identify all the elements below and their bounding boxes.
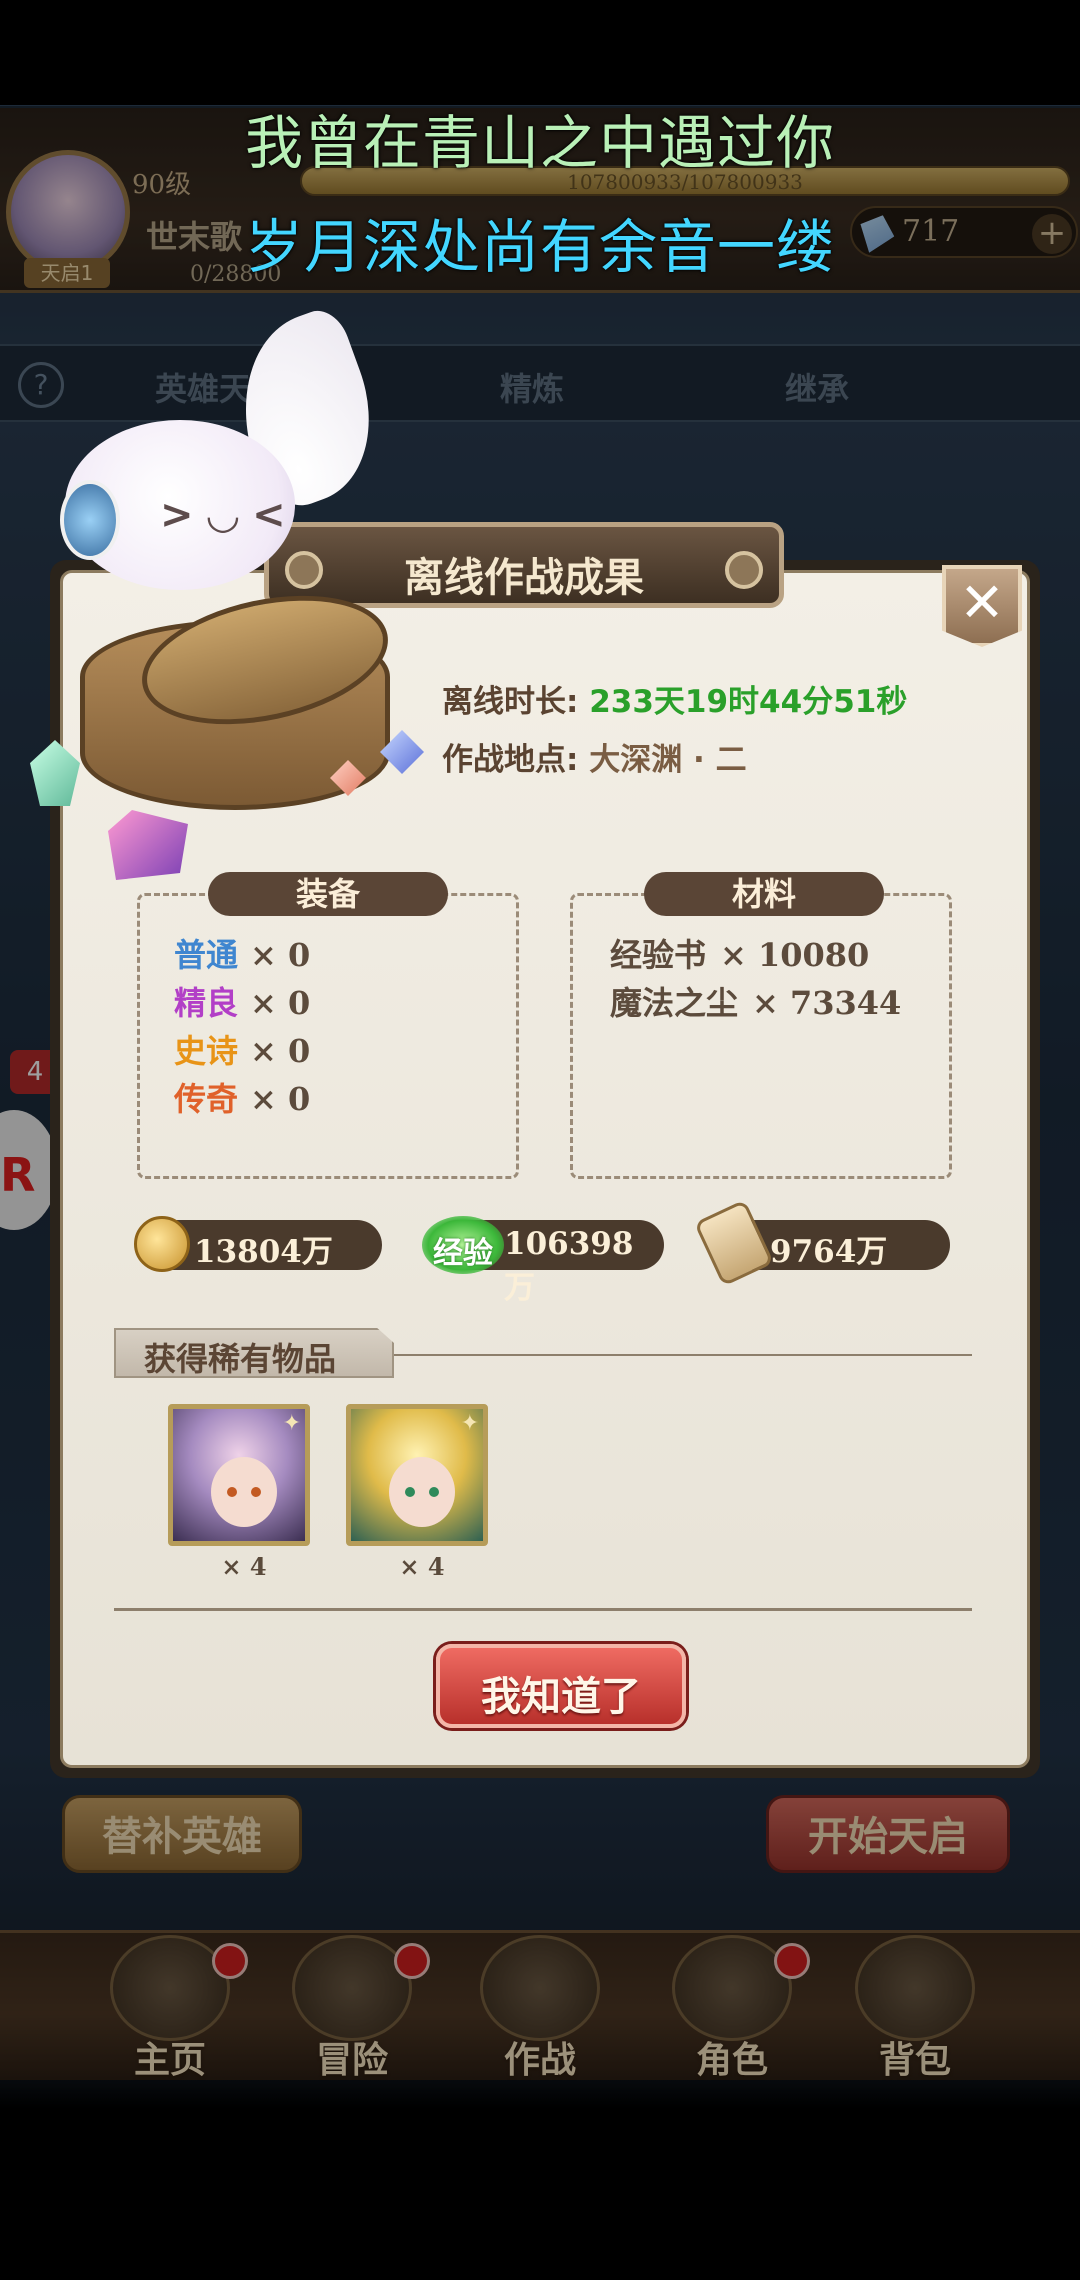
hero-card[interactable]: ✦ — [346, 1404, 488, 1546]
close-button[interactable]: ✕ — [942, 565, 1022, 647]
battle-location-label: 作战地点: — [442, 742, 579, 778]
material-row: 经验书 × 10080 — [610, 930, 869, 976]
rare-items-title: 获得稀有物品 — [144, 1340, 337, 1378]
hero-card[interactable]: ✦ — [168, 1404, 310, 1546]
hero-eye — [251, 1487, 261, 1497]
equipment-qty: × 0 — [250, 1080, 311, 1118]
scroll-reward: 9764万 — [693, 1199, 950, 1287]
lyric-caption-line-2: 岁月深处尚有余音一缕 — [244, 213, 835, 281]
dialog-title: 离线作战成果 — [404, 555, 644, 601]
gold-reward: 13804万 — [134, 1216, 382, 1272]
material-label: 魔法之尘 — [610, 984, 739, 1022]
lyric-caption-line-1: 我曾在青山之中遇过你 — [244, 109, 835, 177]
close-icon: ✕ — [959, 571, 1005, 634]
offline-duration-value: 233天19时44分51秒 — [589, 684, 908, 720]
hero-portrait — [211, 1457, 277, 1527]
battle-location: 作战地点: 大深渊 · 二 — [442, 734, 747, 779]
star-icon: ✦ — [460, 1411, 479, 1436]
hero-card-count: × 4 — [221, 1552, 267, 1581]
hero-eye — [405, 1487, 415, 1497]
game-screen: 90级 107800933/107800933 世末歌 天启1 0/28800 … — [0, 0, 1080, 2280]
equipment-label: 精良 — [174, 984, 239, 1022]
exp-icon-label: 经验 — [433, 1236, 493, 1271]
exp-amount: 106398万 — [504, 1226, 634, 1306]
dialog-divider — [114, 1608, 972, 1611]
material-qty: × 10080 — [720, 936, 870, 974]
scroll-amount: 9764万 — [770, 1234, 888, 1270]
rare-items-divider — [394, 1354, 972, 1356]
dialog-title-plate: 离线作战成果 — [264, 522, 784, 608]
equipment-header: 装备 — [208, 872, 448, 916]
mascot-ear — [60, 480, 120, 560]
offline-duration-label: 离线时长: — [442, 684, 579, 720]
hero-eye — [227, 1487, 237, 1497]
hero-portrait — [389, 1457, 455, 1527]
mascot-face: > ◡ < — [160, 492, 286, 538]
equipment-label: 普通 — [174, 936, 239, 974]
hero-eye — [429, 1487, 439, 1497]
equipment-row: 普通 × 0 — [174, 930, 310, 976]
equipment-qty: × 0 — [250, 1032, 311, 1070]
equipment-label: 传奇 — [174, 1080, 239, 1118]
material-label: 经验书 — [610, 936, 707, 974]
materials-header: 材料 — [644, 872, 884, 916]
equipment-label: 史诗 — [174, 1032, 239, 1070]
equipment-qty: × 0 — [250, 936, 311, 974]
star-icon: ✦ — [282, 1411, 301, 1436]
equipment-qty: × 0 — [250, 984, 311, 1022]
exp-reward: 经验 106398万 — [422, 1216, 664, 1306]
battle-location-value: 大深渊 · 二 — [589, 742, 747, 778]
gold-amount: 13804万 — [194, 1234, 333, 1270]
hero-card-count: × 4 — [399, 1552, 445, 1581]
offline-duration: 离线时长: 233天19时44分51秒 — [442, 676, 907, 721]
equipment-row: 精良 × 0 — [174, 978, 310, 1024]
gold-coin-icon — [134, 1216, 190, 1272]
material-qty: × 73344 — [752, 984, 902, 1022]
equipment-row: 史诗 × 0 — [174, 1026, 310, 1072]
acknowledge-button[interactable]: 我知道了 — [436, 1644, 686, 1728]
equipment-row: 传奇 × 0 — [174, 1074, 310, 1120]
material-row: 魔法之尘 × 73344 — [610, 978, 901, 1024]
acknowledge-label: 我知道了 — [481, 1674, 641, 1720]
exp-icon: 经验 — [422, 1216, 504, 1274]
